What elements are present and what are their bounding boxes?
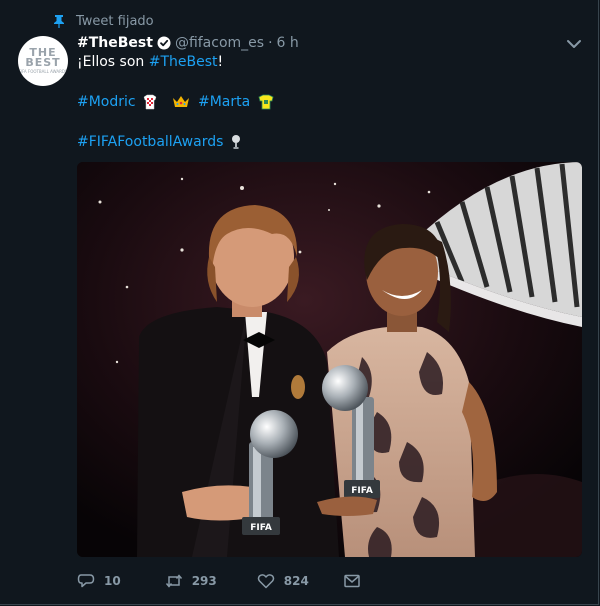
tweet-header: #TheBest @fifacom_es · 6 h — [77, 34, 299, 52]
hashtag-marta[interactable]: #Marta — [198, 94, 250, 110]
separator-dot: · — [268, 35, 273, 51]
retweet-count: 293 — [191, 574, 217, 588]
pinned-label: Tweet fijado — [76, 13, 154, 29]
tweet-text-line1: ¡Ellos son #TheBest! — [77, 52, 223, 72]
trophy-logo: FIFA — [351, 486, 373, 496]
tweet-time[interactable]: 6 h — [277, 35, 299, 51]
chevron-down-icon[interactable] — [566, 38, 582, 50]
reply-button[interactable]: 10 — [77, 572, 121, 590]
croatia-shirt-icon — [143, 94, 157, 110]
award-photo-image: FIFA FIFA — [77, 162, 582, 557]
tweet-text-line2: #Modric #Marta — [77, 92, 274, 112]
direct-message-button[interactable] — [343, 572, 361, 590]
hashtag-modric[interactable]: #Modric — [77, 94, 136, 110]
tweet-text-line3: #FIFAFootballAwards — [77, 132, 241, 152]
hashtag-fifafootballawards[interactable]: #FIFAFootballAwards — [77, 134, 223, 150]
text-segment: ! — [217, 54, 224, 70]
text-segment: ¡Ellos son — [77, 54, 149, 70]
pin-icon — [54, 15, 64, 28]
like-button[interactable]: 824 — [257, 572, 309, 590]
verified-icon — [157, 36, 171, 50]
display-name[interactable]: #TheBest — [77, 35, 153, 51]
reply-count: 10 — [104, 574, 121, 588]
avatar-logo-line2: BEST — [25, 56, 61, 69]
avatar-logo-line3: FIFA FOOTBALL AWARDS — [18, 69, 68, 74]
tweet-photo[interactable]: FIFA FIFA — [77, 162, 582, 557]
tweet-actions: 10 293 824 — [77, 570, 361, 592]
hashtag-thebest[interactable]: #TheBest — [149, 54, 218, 70]
avatar[interactable]: THE BEST FIFA FOOTBALL AWARDS — [18, 36, 68, 86]
like-count: 824 — [283, 574, 309, 588]
reply-icon — [77, 574, 95, 588]
trophy-emoji-icon — [231, 135, 240, 149]
message-icon — [344, 574, 360, 588]
like-icon — [257, 574, 275, 589]
retweet-button[interactable]: 293 — [165, 572, 217, 590]
user-handle[interactable]: @fifacom_es — [175, 35, 264, 51]
brazil-shirt-icon — [258, 94, 274, 110]
tweet-container: Tweet fijado THE BEST FIFA FOOTBALL AWAR… — [0, 0, 599, 605]
crown-icon — [172, 96, 189, 107]
pinned-indicator: Tweet fijado — [52, 12, 154, 30]
trophy-logo: FIFA — [250, 523, 272, 533]
retweet-icon — [165, 574, 182, 588]
